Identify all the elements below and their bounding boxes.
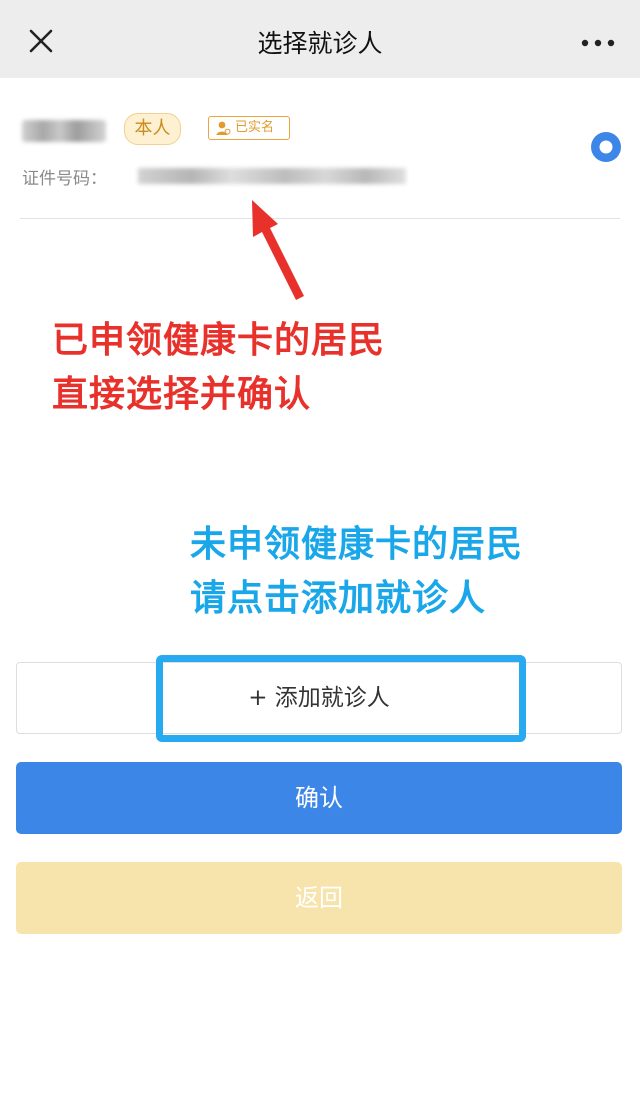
page-title: 选择就诊人	[257, 29, 383, 58]
annotation-blue-line-1: 未申领健康卡的居民	[190, 524, 524, 565]
annotation-red-line-1: 已申领健康卡的居民	[52, 320, 386, 361]
top-bar: 选择就诊人	[0, 0, 640, 78]
annotation-arrow	[252, 200, 304, 300]
annotation-blue-line-2: 请点击添加就诊人	[190, 578, 487, 619]
annotation-red: 已申领健康卡的居民 直接选择并确认	[52, 314, 472, 422]
verified-tag: 已实名	[208, 116, 290, 140]
self-tag: 本人	[124, 113, 181, 145]
confirm-button[interactable]: 确认	[16, 762, 622, 834]
add-patient-label: + 添加就诊人	[248, 685, 390, 711]
annotation-red-line-2: 直接选择并确认	[52, 374, 312, 415]
id-number-redacted	[138, 168, 406, 184]
patient-name-redacted	[22, 120, 106, 142]
add-patient-button[interactable]: + 添加就诊人	[16, 662, 622, 734]
verified-tag-label: 已实名	[235, 120, 275, 135]
annotation-blue: 未申领健康卡的居民 请点击添加就诊人	[190, 518, 610, 626]
patient-card[interactable]: 本人 已实名 证件号码：	[20, 100, 621, 219]
back-button[interactable]: 返回	[16, 862, 622, 934]
more-horizontal-icon[interactable]	[578, 28, 618, 58]
close-icon[interactable]	[24, 24, 58, 58]
id-number-label: 证件号码：	[22, 169, 107, 189]
person-icon	[216, 121, 231, 135]
radio-selected-icon[interactable]	[591, 132, 621, 162]
